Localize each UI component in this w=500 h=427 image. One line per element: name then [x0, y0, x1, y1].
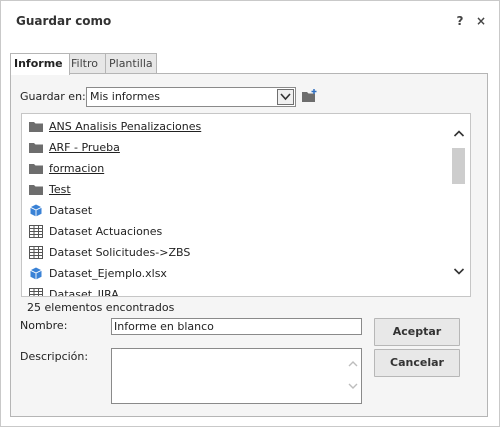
- list-item-label: Dataset_Ejemplo.xlsx: [49, 267, 167, 280]
- results-count: 25 elementos encontrados: [27, 301, 175, 314]
- list-item[interactable]: formacion: [28, 159, 448, 179]
- list-item[interactable]: Dataset Actuaciones: [28, 222, 448, 242]
- title-bar: Guardar como ? ×: [1, 1, 499, 43]
- tab-filtro[interactable]: Filtro: [67, 53, 107, 73]
- folder-icon: [29, 120, 43, 133]
- tab-plantilla[interactable]: Plantilla: [105, 53, 157, 73]
- list-item-label: ANS Analisis Penalizaciones: [49, 120, 202, 133]
- cube-icon: [29, 267, 43, 280]
- new-folder-icon[interactable]: [301, 88, 319, 104]
- list-item-label: Dataset Solicitudes->ZBS: [49, 246, 191, 259]
- accept-button[interactable]: Aceptar: [374, 318, 460, 346]
- folder-icon: [29, 141, 43, 154]
- tab-informe[interactable]: Informe: [10, 53, 70, 75]
- chevron-down-icon[interactable]: [277, 89, 294, 105]
- name-field[interactable]: Informe en blanco: [111, 318, 362, 335]
- chevron-up-icon[interactable]: [347, 359, 359, 369]
- list-item-label: Dataset_JIRA: [49, 288, 119, 297]
- file-list-scrollbar[interactable]: [450, 114, 468, 295]
- list-item-label: Test: [49, 183, 71, 196]
- list-item-label: Dataset: [49, 204, 93, 217]
- close-button[interactable]: ×: [474, 13, 488, 29]
- name-field-value: Informe en blanco: [114, 320, 214, 333]
- description-field[interactable]: [111, 348, 362, 404]
- list-item[interactable]: ARF - Prueba: [28, 138, 448, 158]
- chevron-up-icon[interactable]: [453, 128, 465, 140]
- folder-icon: [29, 183, 43, 196]
- list-item-label: ARF - Prueba: [49, 141, 120, 154]
- folder-icon: [29, 162, 43, 175]
- list-item-label: formacion: [49, 162, 105, 175]
- help-button[interactable]: ?: [453, 13, 467, 29]
- description-label: Descripción:: [20, 350, 89, 363]
- scrollbar-thumb[interactable]: [452, 148, 465, 184]
- list-item[interactable]: Dataset Solicitudes->ZBS: [28, 243, 448, 263]
- location-label: Guardar en:: [20, 90, 86, 103]
- name-label: Nombre:: [20, 319, 68, 332]
- cancel-button[interactable]: Cancelar: [374, 349, 460, 377]
- file-list[interactable]: ANS Analisis Penalizaciones ARF - Prueba…: [21, 113, 471, 297]
- cube-icon: [29, 204, 43, 217]
- save-as-dialog: Guardar como ? × Informe Filtro Plantill…: [0, 0, 500, 427]
- table-icon: [29, 246, 43, 259]
- table-icon: [29, 225, 43, 238]
- location-select[interactable]: Mis informes: [86, 87, 296, 107]
- list-item-label: Dataset Actuaciones: [49, 225, 163, 238]
- table-icon: [29, 288, 43, 296]
- list-item[interactable]: Dataset_Ejemplo.xlsx: [28, 264, 448, 284]
- list-item[interactable]: Dataset: [28, 201, 448, 221]
- chevron-down-icon[interactable]: [453, 265, 465, 277]
- location-select-value: Mis informes: [90, 90, 160, 103]
- chevron-down-icon[interactable]: [347, 381, 359, 391]
- list-item[interactable]: Test: [28, 180, 448, 200]
- list-item[interactable]: Dataset_JIRA: [28, 285, 448, 297]
- list-item[interactable]: ANS Analisis Penalizaciones: [28, 117, 448, 137]
- dialog-title: Guardar como: [16, 14, 112, 28]
